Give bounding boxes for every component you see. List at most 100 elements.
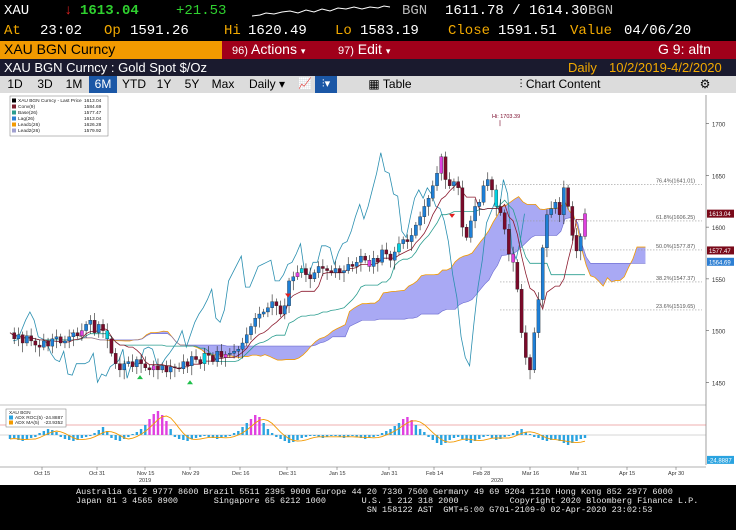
roc-bar (478, 435, 481, 439)
x-tick-label: Mar 31 (570, 471, 587, 477)
candle-body (409, 235, 414, 242)
last-price: 1613.04 (80, 3, 139, 19)
candle-body (447, 179, 452, 186)
roc-bar (308, 435, 312, 436)
right-price-label: 1613.04 (709, 212, 731, 218)
range-3d[interactable]: 3D (31, 76, 59, 93)
chart-content-icon: ⫶ (519, 77, 523, 91)
range-1d[interactable]: 1D (0, 76, 30, 93)
edit-menu[interactable]: 97) Edit ▾ (338, 41, 390, 59)
roc-bar (456, 435, 460, 437)
frequency-select[interactable]: Daily ▾ (242, 76, 292, 93)
candle-body (113, 353, 118, 364)
candle-body (219, 351, 224, 358)
range-1y[interactable]: 1Y (151, 76, 177, 93)
line-chart-icon[interactable]: 📈 (296, 76, 314, 93)
range-5y[interactable]: 5Y (178, 76, 206, 93)
roc-bar (482, 435, 485, 437)
range-ytd[interactable]: YTD (118, 76, 150, 93)
candle-body (80, 330, 84, 336)
candle-body (160, 365, 164, 371)
candle-body (97, 324, 101, 333)
actions-number: 96) (232, 45, 248, 57)
roc-bar (380, 433, 384, 435)
legend-series-name: XAU BGN Curncy - Last Price (18, 98, 82, 104)
quote-time: 23:02 (40, 23, 83, 39)
open-value: 1591.26 (130, 23, 189, 39)
candle-body (156, 365, 160, 371)
candle-body (295, 272, 300, 277)
fib-level-label: 61.8%(1606.25) (656, 215, 695, 221)
candle-body (456, 181, 460, 188)
candle-chart-icon[interactable]: ⫶▾ (315, 76, 337, 93)
chart-content-button[interactable]: ⫶ Chart Content (500, 76, 620, 93)
roc-bar (410, 420, 413, 435)
roc-bar (511, 433, 515, 435)
legend-swatch (12, 116, 16, 121)
at-label: At (4, 23, 21, 39)
range-1m[interactable]: 1M (60, 76, 88, 93)
candle-body (342, 270, 346, 273)
roc-bar (203, 435, 206, 436)
actions-label: Actions (251, 41, 297, 57)
candle-body (109, 338, 114, 354)
candle-body (206, 353, 211, 356)
candle-body (270, 301, 274, 308)
x-tick-label: Oct 31 (89, 471, 105, 477)
chart-canvas: 1700 1650 1600 1550 1500 1450 76.4%(1641.01) 61… (0, 93, 736, 485)
actions-menu[interactable]: 96) Actions ▾ (232, 41, 305, 59)
roc-bar (80, 435, 84, 438)
candle-body (299, 268, 304, 273)
roc-bar (93, 433, 96, 435)
function-code[interactable]: G 9: altn (658, 41, 711, 59)
candle-body (338, 268, 342, 273)
x-tick-label: Feb 28 (473, 471, 490, 477)
legend-series-name: Conv(9) (18, 104, 35, 110)
chart-toolbar: 1D 3D 1M 6M YTD 1Y 5Y Max Daily ▾ 📈 ⫶▾ ▦… (0, 76, 736, 93)
roc-bar (254, 415, 257, 435)
candle-body (291, 276, 296, 282)
fib-level-label: 23.6%(1519.65) (656, 304, 695, 310)
lower-right-label: -24.8887 (708, 458, 732, 464)
roc-bar (42, 431, 46, 435)
gear-icon[interactable]: ⚙ (692, 76, 718, 93)
roc-bar (177, 435, 181, 439)
quote-line: XAU ↓ 1613.04 +21.53 BGN 1611.78 / 1614.… (0, 0, 736, 22)
candle-body (58, 336, 63, 344)
chart-period[interactable]: Daily (568, 60, 597, 75)
candle-body (579, 236, 583, 252)
roc-bar (528, 434, 532, 435)
candle-body (528, 357, 532, 371)
candle-body (308, 274, 312, 280)
candle-body (350, 264, 355, 267)
candle-body (498, 206, 503, 213)
candle-body (249, 326, 253, 335)
candle-body (557, 202, 562, 215)
roc-bar (334, 435, 337, 436)
security-box[interactable]: XAU BGN Curncy (0, 41, 222, 59)
footer-session: SN 158122 AST GMT+5:00 G701-2109-0 02-Ap… (76, 505, 653, 515)
net-change: +21.53 (176, 3, 227, 19)
range-max[interactable]: Max (207, 76, 239, 93)
candle-body (574, 235, 579, 252)
candle-body (359, 255, 363, 263)
x-year-label: 2019 (139, 478, 151, 484)
roc-bar (144, 425, 147, 435)
candle-body (173, 366, 177, 368)
price-chart[interactable]: 1700 1650 1600 1550 1500 1450 76.4%(1641.01) 61… (0, 93, 736, 485)
candle-body (354, 262, 359, 267)
candle-body (401, 239, 405, 244)
y-tick-label: 1600 (712, 226, 726, 232)
candle-body (426, 198, 431, 207)
candle-body (477, 202, 482, 207)
range-6m[interactable]: 6M (89, 76, 117, 93)
roc-bar (114, 435, 117, 440)
x-tick-label: Dec 16 (232, 471, 249, 477)
legend-series-value: 1613.04 (84, 116, 102, 122)
chart-date-range[interactable]: 10/2/2019-4/2/2020 (609, 60, 722, 75)
table-button[interactable]: ▦ Table (350, 76, 430, 93)
candle-body (312, 272, 317, 280)
candle-body (42, 340, 46, 348)
roc-bar (431, 435, 434, 440)
candle-body (37, 344, 42, 348)
